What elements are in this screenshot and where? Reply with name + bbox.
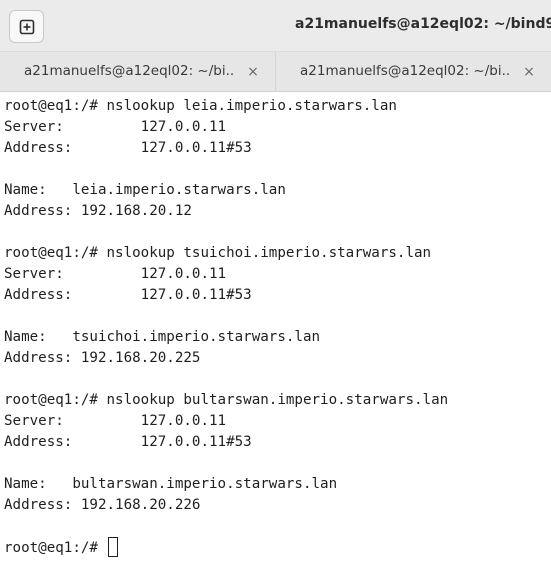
close-icon[interactable]: × (520, 63, 538, 81)
new-tab-button[interactable] (9, 10, 44, 43)
terminal-line: Name: tsuichoi.imperio.starwars.lan (4, 329, 321, 345)
terminal-line: Address: 192.168.20.225 (4, 350, 201, 366)
prompt-text: root@eq1:/# (4, 540, 107, 556)
terminal-line: root@eq1:/# nslookup bultarswan.imperio.… (4, 392, 449, 408)
terminal-output[interactable]: root@eq1:/# nslookup leia.imperio.starwa… (0, 92, 551, 584)
terminal-line: root@eq1:/# nslookup leia.imperio.starwa… (4, 98, 397, 114)
plus-square-icon (19, 19, 34, 34)
terminal-line: Address: 192.168.20.12 (4, 203, 192, 219)
tab-1[interactable]: a21manuelfs@a12eql02: ~/bi... × (0, 52, 275, 92)
terminal-window: a21manuelfs@a12eql02: ~/bind9skel_ a21ma… (0, 0, 551, 584)
terminal-line: Address: 127.0.0.11#53 (4, 287, 252, 303)
tab-label: a21manuelfs@a12eql02: ~/bi... (300, 63, 510, 79)
prompt-line[interactable]: root@eq1:/# (4, 537, 551, 558)
terminal-line: Address: 127.0.0.11#53 (4, 434, 252, 450)
terminal-line: root@eq1:/# nslookup tsuichoi.imperio.st… (4, 245, 432, 261)
terminal-line: Address: 127.0.0.11#53 (4, 140, 252, 156)
terminal-line: Address: 192.168.20.226 (4, 497, 201, 513)
window-title: a21manuelfs@a12eql02: ~/bind9skel_ (295, 16, 551, 32)
terminal-line: Server: 127.0.0.11 (4, 266, 227, 282)
close-icon[interactable]: × (244, 63, 262, 81)
tab-2[interactable]: a21manuelfs@a12eql02: ~/bi... × (275, 52, 550, 92)
terminal-line: Name: leia.imperio.starwars.lan (4, 182, 286, 198)
terminal-line: Name: bultarswan.imperio.starwars.lan (4, 476, 338, 492)
tab-label: a21manuelfs@a12eql02: ~/bi... (24, 63, 234, 79)
title-bar: a21manuelfs@a12eql02: ~/bind9skel_ (0, 0, 551, 52)
tab-bar: a21manuelfs@a12eql02: ~/bi... × a21manue… (0, 52, 551, 92)
terminal-line: Server: 127.0.0.11 (4, 413, 227, 429)
text-cursor (107, 537, 118, 557)
terminal-line: Server: 127.0.0.11 (4, 119, 227, 135)
